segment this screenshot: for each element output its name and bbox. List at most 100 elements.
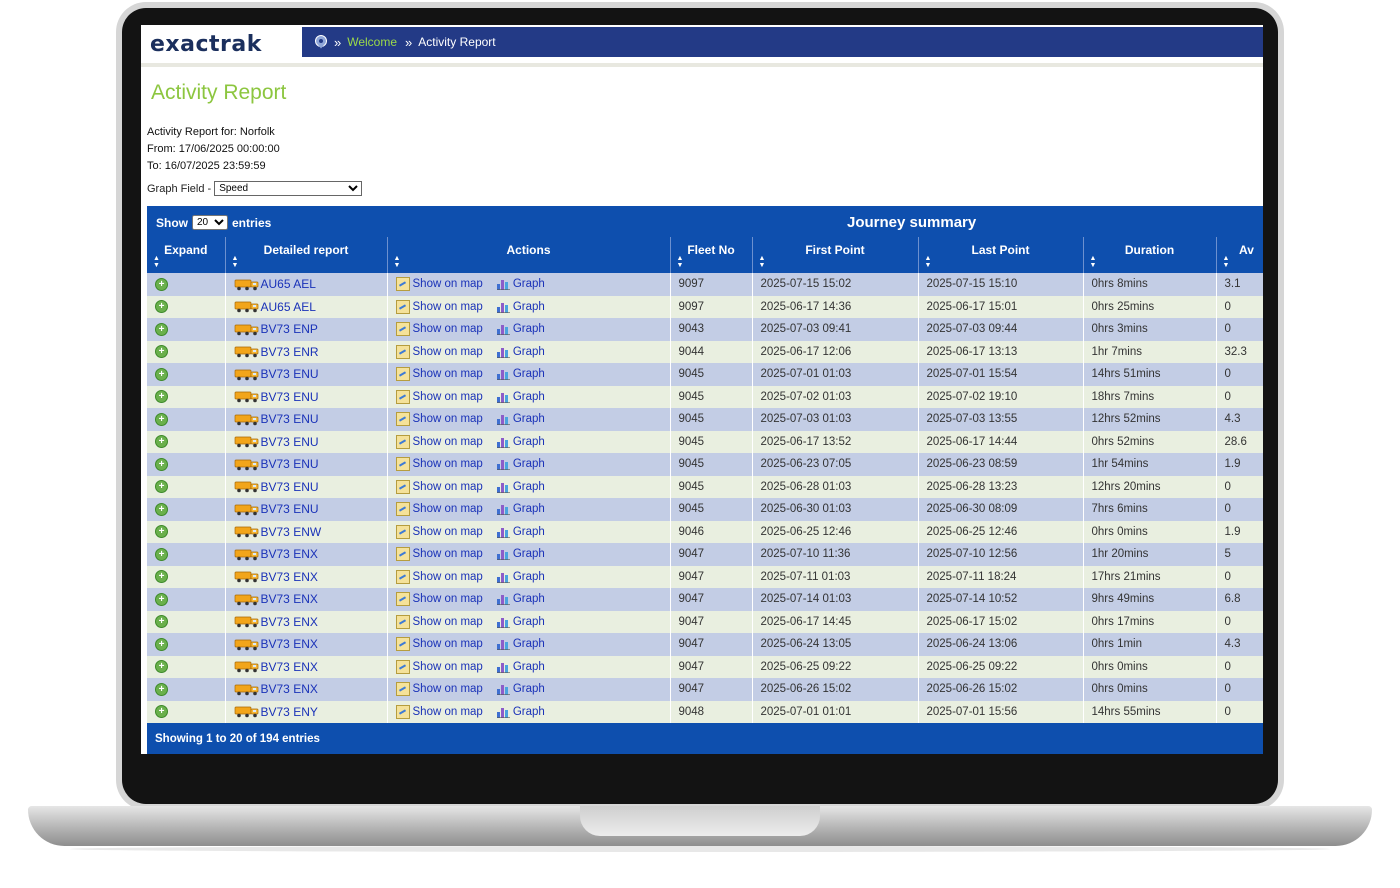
map-pin-icon[interactable] [314,35,328,49]
expand-icon[interactable]: + [155,412,168,426]
show-on-map-link[interactable]: Show on map [413,683,483,695]
expand-icon[interactable]: + [155,277,168,291]
vehicle-link[interactable]: BV73 ENU [261,412,319,426]
sort-icon[interactable]: ▲ ▼ [1090,255,1097,269]
show-on-map-link[interactable]: Show on map [413,616,483,628]
exactrak-logo[interactable]: exactrak [150,32,262,57]
graph-link[interactable]: Graph [513,481,545,493]
column-header[interactable]: Detailed report ▲ ▼ [225,237,388,273]
graph-link[interactable]: Graph [513,413,545,425]
sort-icon[interactable]: ▲ ▼ [394,255,401,269]
expand-icon[interactable]: + [155,705,168,719]
column-header[interactable]: Fleet No ▲ ▼ [670,237,753,273]
vehicle-link[interactable]: AU65 AEL [261,277,316,291]
show-on-map-link[interactable]: Show on map [413,481,483,493]
show-on-map-link[interactable]: Show on map [413,661,483,673]
show-on-map-link[interactable]: Show on map [413,436,483,448]
vehicle-link[interactable]: BV73 ENU [261,435,319,449]
graph-link[interactable]: Graph [513,436,545,448]
expand-icon[interactable]: + [155,322,168,336]
vehicle-link[interactable]: BV73 ENR [261,345,319,359]
vehicle-link[interactable]: BV73 ENW [261,525,322,539]
vehicle-link[interactable]: BV73 ENX [261,682,318,696]
show-on-map-link[interactable]: Show on map [413,301,483,313]
show-on-map-link[interactable]: Show on map [413,548,483,560]
graph-link[interactable]: Graph [513,346,545,358]
column-header[interactable]: First Point ▲ ▼ [752,237,919,273]
column-header[interactable]: Av ▲ ▼ [1216,237,1263,273]
sort-icon[interactable]: ▲ ▼ [677,255,684,269]
graph-link[interactable]: Graph [513,278,545,290]
expand-icon[interactable]: + [155,457,168,471]
expand-icon[interactable]: + [155,367,168,381]
column-header[interactable]: Expand ▲ ▼ [147,237,226,273]
show-on-map-link[interactable]: Show on map [413,368,483,380]
graph-link[interactable]: Graph [513,593,545,605]
expand-icon[interactable]: + [155,660,168,674]
vehicle-link[interactable]: BV73 ENU [261,480,319,494]
vehicle-link[interactable]: BV73 ENX [261,570,318,584]
expand-icon[interactable]: + [155,502,168,516]
vehicle-link[interactable]: BV73 ENY [261,705,318,719]
graph-link[interactable]: Graph [513,706,545,718]
expand-icon[interactable]: + [155,300,168,314]
expand-icon[interactable]: + [155,682,168,696]
show-on-map-link[interactable]: Show on map [413,413,483,425]
sort-icon[interactable]: ▲ ▼ [153,255,160,269]
graph-link[interactable]: Graph [513,683,545,695]
graph-link[interactable]: Graph [513,638,545,650]
vehicle-link[interactable]: AU65 AEL [261,300,316,314]
graph-link[interactable]: Graph [513,526,545,538]
graph-link[interactable]: Graph [513,548,545,560]
expand-icon[interactable]: + [155,390,168,404]
expand-icon[interactable]: + [155,525,168,539]
expand-icon[interactable]: + [155,615,168,629]
vehicle-link[interactable]: BV73 ENU [261,502,319,516]
vehicle-link[interactable]: BV73 ENU [261,390,319,404]
vehicle-link[interactable]: BV73 ENX [261,615,318,629]
vehicle-link[interactable]: BV73 ENP [261,322,318,336]
graph-link[interactable]: Graph [513,391,545,403]
expand-icon[interactable]: + [155,345,168,359]
page-length-select[interactable]: 20 [192,215,228,230]
vehicle-link[interactable]: BV73 ENX [261,660,318,674]
sort-icon[interactable]: ▲ ▼ [232,255,239,269]
expand-icon[interactable]: + [155,570,168,584]
show-on-map-link[interactable]: Show on map [413,706,483,718]
show-on-map-link[interactable]: Show on map [413,323,483,335]
graph-link[interactable]: Graph [513,301,545,313]
sort-icon[interactable]: ▲ ▼ [925,255,932,269]
expand-icon[interactable]: + [155,637,168,651]
vehicle-link[interactable]: BV73 ENU [261,367,319,381]
show-on-map-link[interactable]: Show on map [413,526,483,538]
sort-icon[interactable]: ▲ ▼ [759,255,766,269]
expand-icon[interactable]: + [155,435,168,449]
graph-field-select[interactable]: Speed [214,181,363,196]
column-header[interactable]: Duration ▲ ▼ [1083,237,1217,273]
breadcrumb-welcome-link[interactable]: Welcome [347,35,397,49]
show-on-map-link[interactable]: Show on map [413,278,483,290]
vehicle-link[interactable]: BV73 ENX [261,637,318,651]
graph-link[interactable]: Graph [513,458,545,470]
graph-link[interactable]: Graph [513,661,545,673]
show-on-map-link[interactable]: Show on map [413,503,483,515]
show-on-map-link[interactable]: Show on map [413,593,483,605]
column-header[interactable]: Last Point ▲ ▼ [918,237,1084,273]
expand-icon[interactable]: + [155,592,168,606]
column-header[interactable]: Actions ▲ ▼ [387,237,671,273]
expand-icon[interactable]: + [155,480,168,494]
show-on-map-link[interactable]: Show on map [413,571,483,583]
graph-link[interactable]: Graph [513,368,545,380]
graph-link[interactable]: Graph [513,571,545,583]
show-on-map-link[interactable]: Show on map [413,638,483,650]
vehicle-link[interactable]: BV73 ENU [261,457,319,471]
graph-link[interactable]: Graph [513,503,545,515]
expand-icon[interactable]: + [155,547,168,561]
graph-link[interactable]: Graph [513,616,545,628]
show-on-map-link[interactable]: Show on map [413,346,483,358]
show-on-map-link[interactable]: Show on map [413,458,483,470]
vehicle-link[interactable]: BV73 ENX [261,592,318,606]
show-on-map-link[interactable]: Show on map [413,391,483,403]
sort-icon[interactable]: ▲ ▼ [1223,255,1230,269]
graph-link[interactable]: Graph [513,323,545,335]
